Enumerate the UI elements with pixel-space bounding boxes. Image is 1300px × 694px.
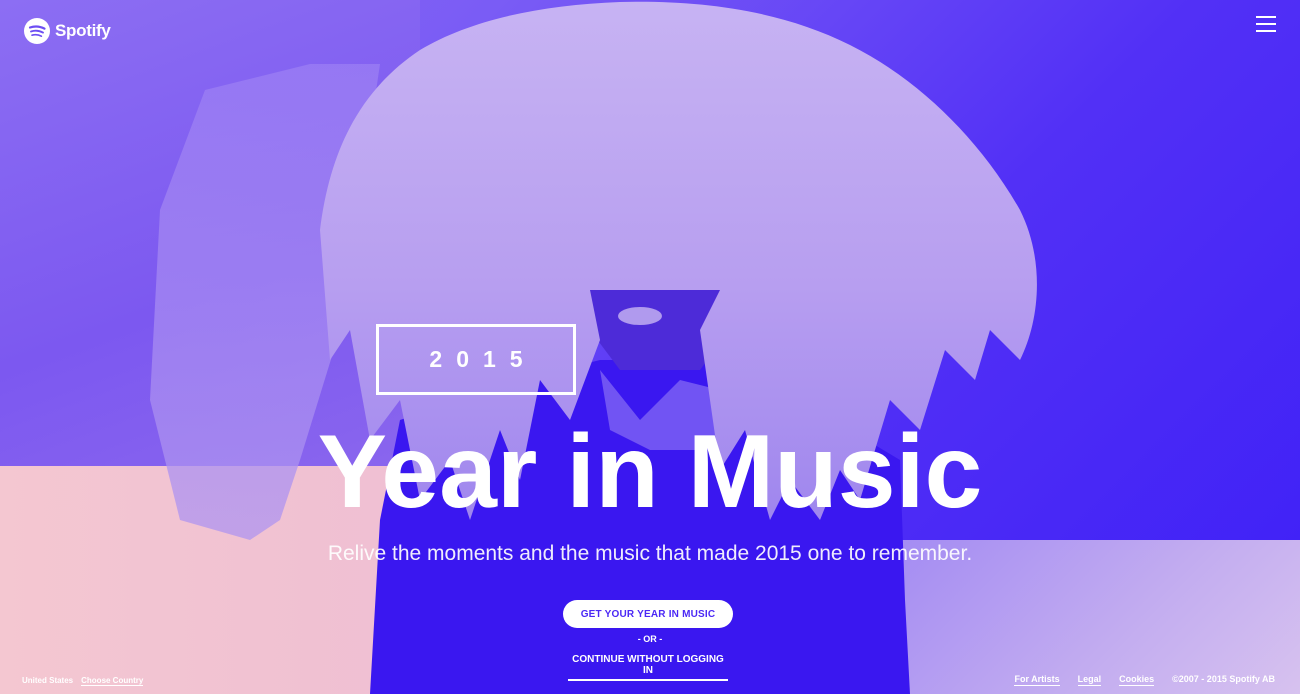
- hero-artist-image: [150, 1, 1037, 694]
- spotify-wordmark: Spotify: [55, 21, 111, 40]
- spotify-logo[interactable]: Spotify: [24, 18, 111, 44]
- hero-title: Year in Music: [317, 414, 983, 530]
- or-separator: - OR -: [637, 634, 663, 644]
- page: Spotify 2015 Year in Music Relive the mo…: [0, 0, 1300, 694]
- footer-links: For Artists Legal Cookies ©2007 - 2015 S…: [1014, 674, 1275, 686]
- year-badge: 2015: [376, 324, 576, 395]
- continue-without-login-link[interactable]: CONTINUE WITHOUT LOGGING IN: [568, 654, 728, 681]
- spotify-logo-icon: [24, 18, 50, 44]
- current-country: United States: [22, 676, 74, 685]
- hamburger-menu-icon[interactable]: [1256, 16, 1276, 32]
- footer-country: United States Choose Country: [22, 676, 144, 686]
- choose-country-link[interactable]: Choose Country: [81, 676, 144, 686]
- legal-link[interactable]: Legal: [1077, 674, 1102, 686]
- hero-subtitle: Relive the moments and the music that ma…: [327, 542, 973, 565]
- get-year-in-music-button[interactable]: GET YOUR YEAR IN MUSIC: [563, 600, 733, 628]
- figure-lips: [618, 307, 662, 325]
- for-artists-link[interactable]: For Artists: [1014, 674, 1060, 686]
- cookies-link[interactable]: Cookies: [1119, 674, 1155, 686]
- copyright-text: ©2007 - 2015 Spotify AB: [1172, 674, 1275, 684]
